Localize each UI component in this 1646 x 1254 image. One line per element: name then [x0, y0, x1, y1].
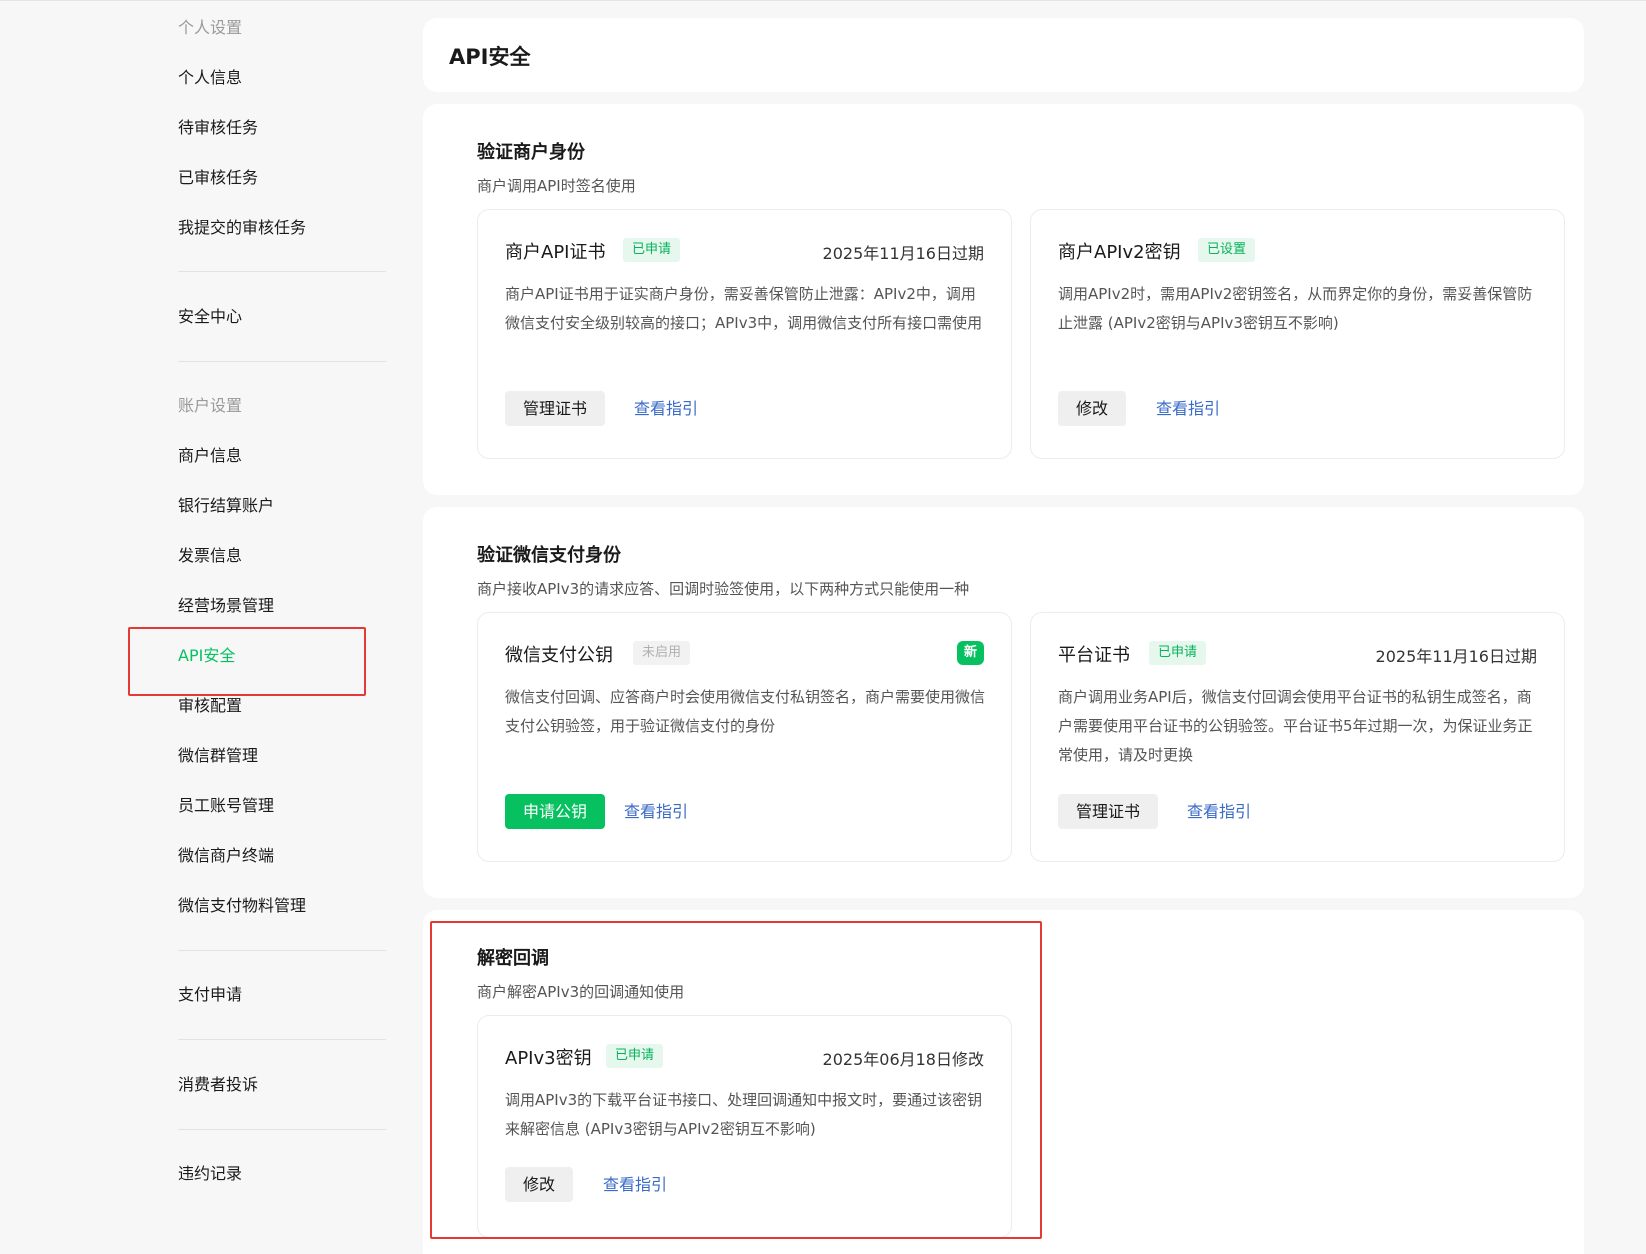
card-merchant-api-cert: 商户API证书 已申请 2025年11月16日过期 商户API证书用于证实商户身… [477, 209, 1012, 459]
section-title: 验证微信支付身份 [477, 545, 621, 566]
section-decrypt-callback: 解密回调 商户解密APIv3的回调通知使用 APIv3密钥 已申请 2025年0… [423, 910, 1584, 1254]
status-badge: 已设置 [1198, 238, 1256, 262]
sidebar-item-wechat-group-mgmt[interactable]: 微信群管理 [178, 745, 258, 767]
sidebar-divider [178, 271, 386, 272]
status-badge: 已申请 [1149, 641, 1207, 665]
sidebar-item-merchant-info[interactable]: 商户信息 [178, 445, 242, 467]
sidebar-item-reviewed-tasks[interactable]: 已审核任务 [178, 167, 258, 189]
sidebar-group-account: 账户设置 [178, 396, 243, 415]
card-apiv2-key: 商户APIv2密钥 已设置 调用APIv2时，需用APIv2密钥签名，从而界定你… [1030, 209, 1565, 459]
sidebar-item-complaints[interactable]: 消费者投诉 [178, 1074, 258, 1096]
card-title: 商户APIv2密钥 [1058, 242, 1181, 263]
sidebar-divider [178, 1129, 386, 1130]
sidebar-item-pay-apply[interactable]: 支付申请 [178, 984, 242, 1006]
card-wechat-public-key: 微信支付公钥 未启用 新 微信支付回调、应答商户时会使用微信支付私钥签名，商户需… [477, 612, 1012, 862]
page-title-panel: API安全 [423, 18, 1584, 92]
manage-cert-button[interactable]: 管理证书 [1058, 794, 1159, 829]
card-title: 微信支付公钥 [505, 645, 613, 666]
sidebar-item-violations[interactable]: 违约记录 [178, 1163, 242, 1185]
card-description: 商户调用业务API后，微信支付回调会使用平台证书的私钥生成签名，商户需要使用平台… [1058, 688, 1533, 764]
card-title: 平台证书 [1058, 645, 1130, 666]
view-guide-link[interactable]: 查看指引 [603, 1167, 667, 1202]
sidebar-item-staff-account-mgmt[interactable]: 员工账号管理 [178, 795, 274, 817]
sidebar-group-personal: 个人设置 [178, 18, 243, 37]
view-guide-link[interactable]: 查看指引 [1187, 794, 1251, 829]
card-description: 微信支付回调、应答商户时会使用微信支付私钥签名，商户需要使用微信支付公钥验签，用… [505, 688, 986, 735]
page-title: API安全 [449, 45, 531, 69]
modify-button[interactable]: 修改 [1058, 391, 1127, 426]
sidebar-item-pending-tasks[interactable]: 待审核任务 [178, 117, 258, 139]
sidebar-divider [178, 1039, 386, 1040]
card-title: APIv3密钥 [505, 1048, 592, 1069]
modified-date: 2025年06月18日修改 [822, 1050, 984, 1069]
sidebar-item-security-center[interactable]: 安全中心 [178, 306, 242, 328]
section-title: 解密回调 [477, 948, 549, 969]
section-title: 验证商户身份 [477, 142, 585, 163]
section-description: 商户接收APIv3的请求应答、回调时验签使用，以下两种方式只能使用一种 [477, 580, 970, 598]
expiry-date: 2025年11月16日过期 [1375, 647, 1537, 666]
new-badge: 新 [956, 641, 984, 665]
section-verify-merchant: 验证商户身份 商户调用API时签名使用 商户API证书 已申请 2025年11月… [423, 104, 1584, 495]
sidebar-item-merchant-terminal[interactable]: 微信商户终端 [178, 845, 274, 867]
view-guide-link[interactable]: 查看指引 [634, 391, 698, 426]
sidebar-item-submitted-tasks[interactable]: 我提交的审核任务 [178, 217, 306, 239]
modify-button[interactable]: 修改 [505, 1167, 574, 1202]
view-guide-link[interactable]: 查看指引 [624, 794, 688, 829]
manage-cert-button[interactable]: 管理证书 [505, 391, 606, 426]
section-verify-wechat-pay: 验证微信支付身份 商户接收APIv3的请求应答、回调时验签使用，以下两种方式只能… [423, 507, 1584, 898]
card-description: 调用APIv3的下载平台证书接口、处理回调通知中报文时，要通过该密钥来解密信息 … [505, 1091, 983, 1138]
sidebar-item-material-mgmt[interactable]: 微信支付物料管理 [178, 895, 306, 917]
card-description: 调用APIv2时，需用APIv2密钥签名，从而界定你的身份，需妥善保管防止泄露 … [1058, 285, 1533, 332]
card-platform-cert: 平台证书 已申请 2025年11月16日过期 商户调用业务API后，微信支付回调… [1030, 612, 1565, 862]
expiry-date: 2025年11月16日过期 [822, 244, 984, 263]
status-badge: 已申请 [623, 238, 681, 262]
section-description: 商户解密APIv3的回调通知使用 [477, 983, 685, 1001]
apply-public-key-button[interactable]: 申请公钥 [505, 794, 606, 829]
sidebar-item-invoice-info[interactable]: 发票信息 [178, 545, 242, 567]
sidebar-item-scene-mgmt[interactable]: 经营场景管理 [178, 595, 274, 617]
card-title: 商户API证书 [505, 242, 606, 263]
card-description: 商户API证书用于证实商户身份，需妥善保管防止泄露：APIv2中，调用微信支付安… [505, 285, 983, 332]
status-badge: 已申请 [606, 1044, 664, 1068]
card-apiv3-key: APIv3密钥 已申请 2025年06月18日修改 调用APIv3的下载平台证书… [477, 1015, 1012, 1238]
sidebar: 个人设置 个人信息 待审核任务 已审核任务 我提交的审核任务 安全中心 账户设置… [0, 0, 410, 1254]
sidebar-divider [178, 950, 386, 951]
view-guide-link[interactable]: 查看指引 [1156, 391, 1220, 426]
status-badge: 未启用 [633, 641, 691, 665]
sidebar-item-review-config[interactable]: 审核配置 [178, 695, 242, 717]
sidebar-item-personal-info[interactable]: 个人信息 [178, 67, 242, 89]
section-description: 商户调用API时签名使用 [477, 177, 636, 195]
sidebar-item-api-security[interactable]: API安全 [178, 645, 235, 667]
sidebar-item-bank-account[interactable]: 银行结算账户 [178, 495, 274, 517]
sidebar-divider [178, 361, 386, 362]
